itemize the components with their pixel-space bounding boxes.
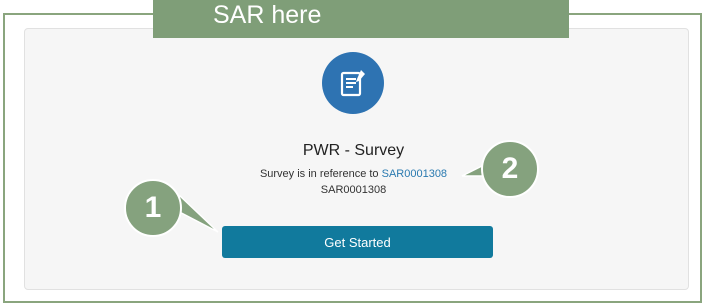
annotation-banner: SAR here	[153, 0, 569, 38]
survey-reference: Survey is in reference to SAR0001308	[0, 168, 707, 180]
document-edit-icon	[340, 70, 365, 97]
survey-title: PWR - Survey	[302, 142, 405, 159]
reference-prefix: Survey is in reference to	[259, 168, 382, 180]
sar-reference-link[interactable]: SAR0001308	[382, 168, 447, 180]
reference-id: SAR0001308	[320, 184, 387, 196]
survey-icon	[322, 52, 384, 114]
annotation-badge-2: 2	[481, 140, 539, 198]
get-started-button[interactable]: Get Started	[222, 226, 493, 258]
annotation-badge-1: 1	[124, 179, 182, 237]
